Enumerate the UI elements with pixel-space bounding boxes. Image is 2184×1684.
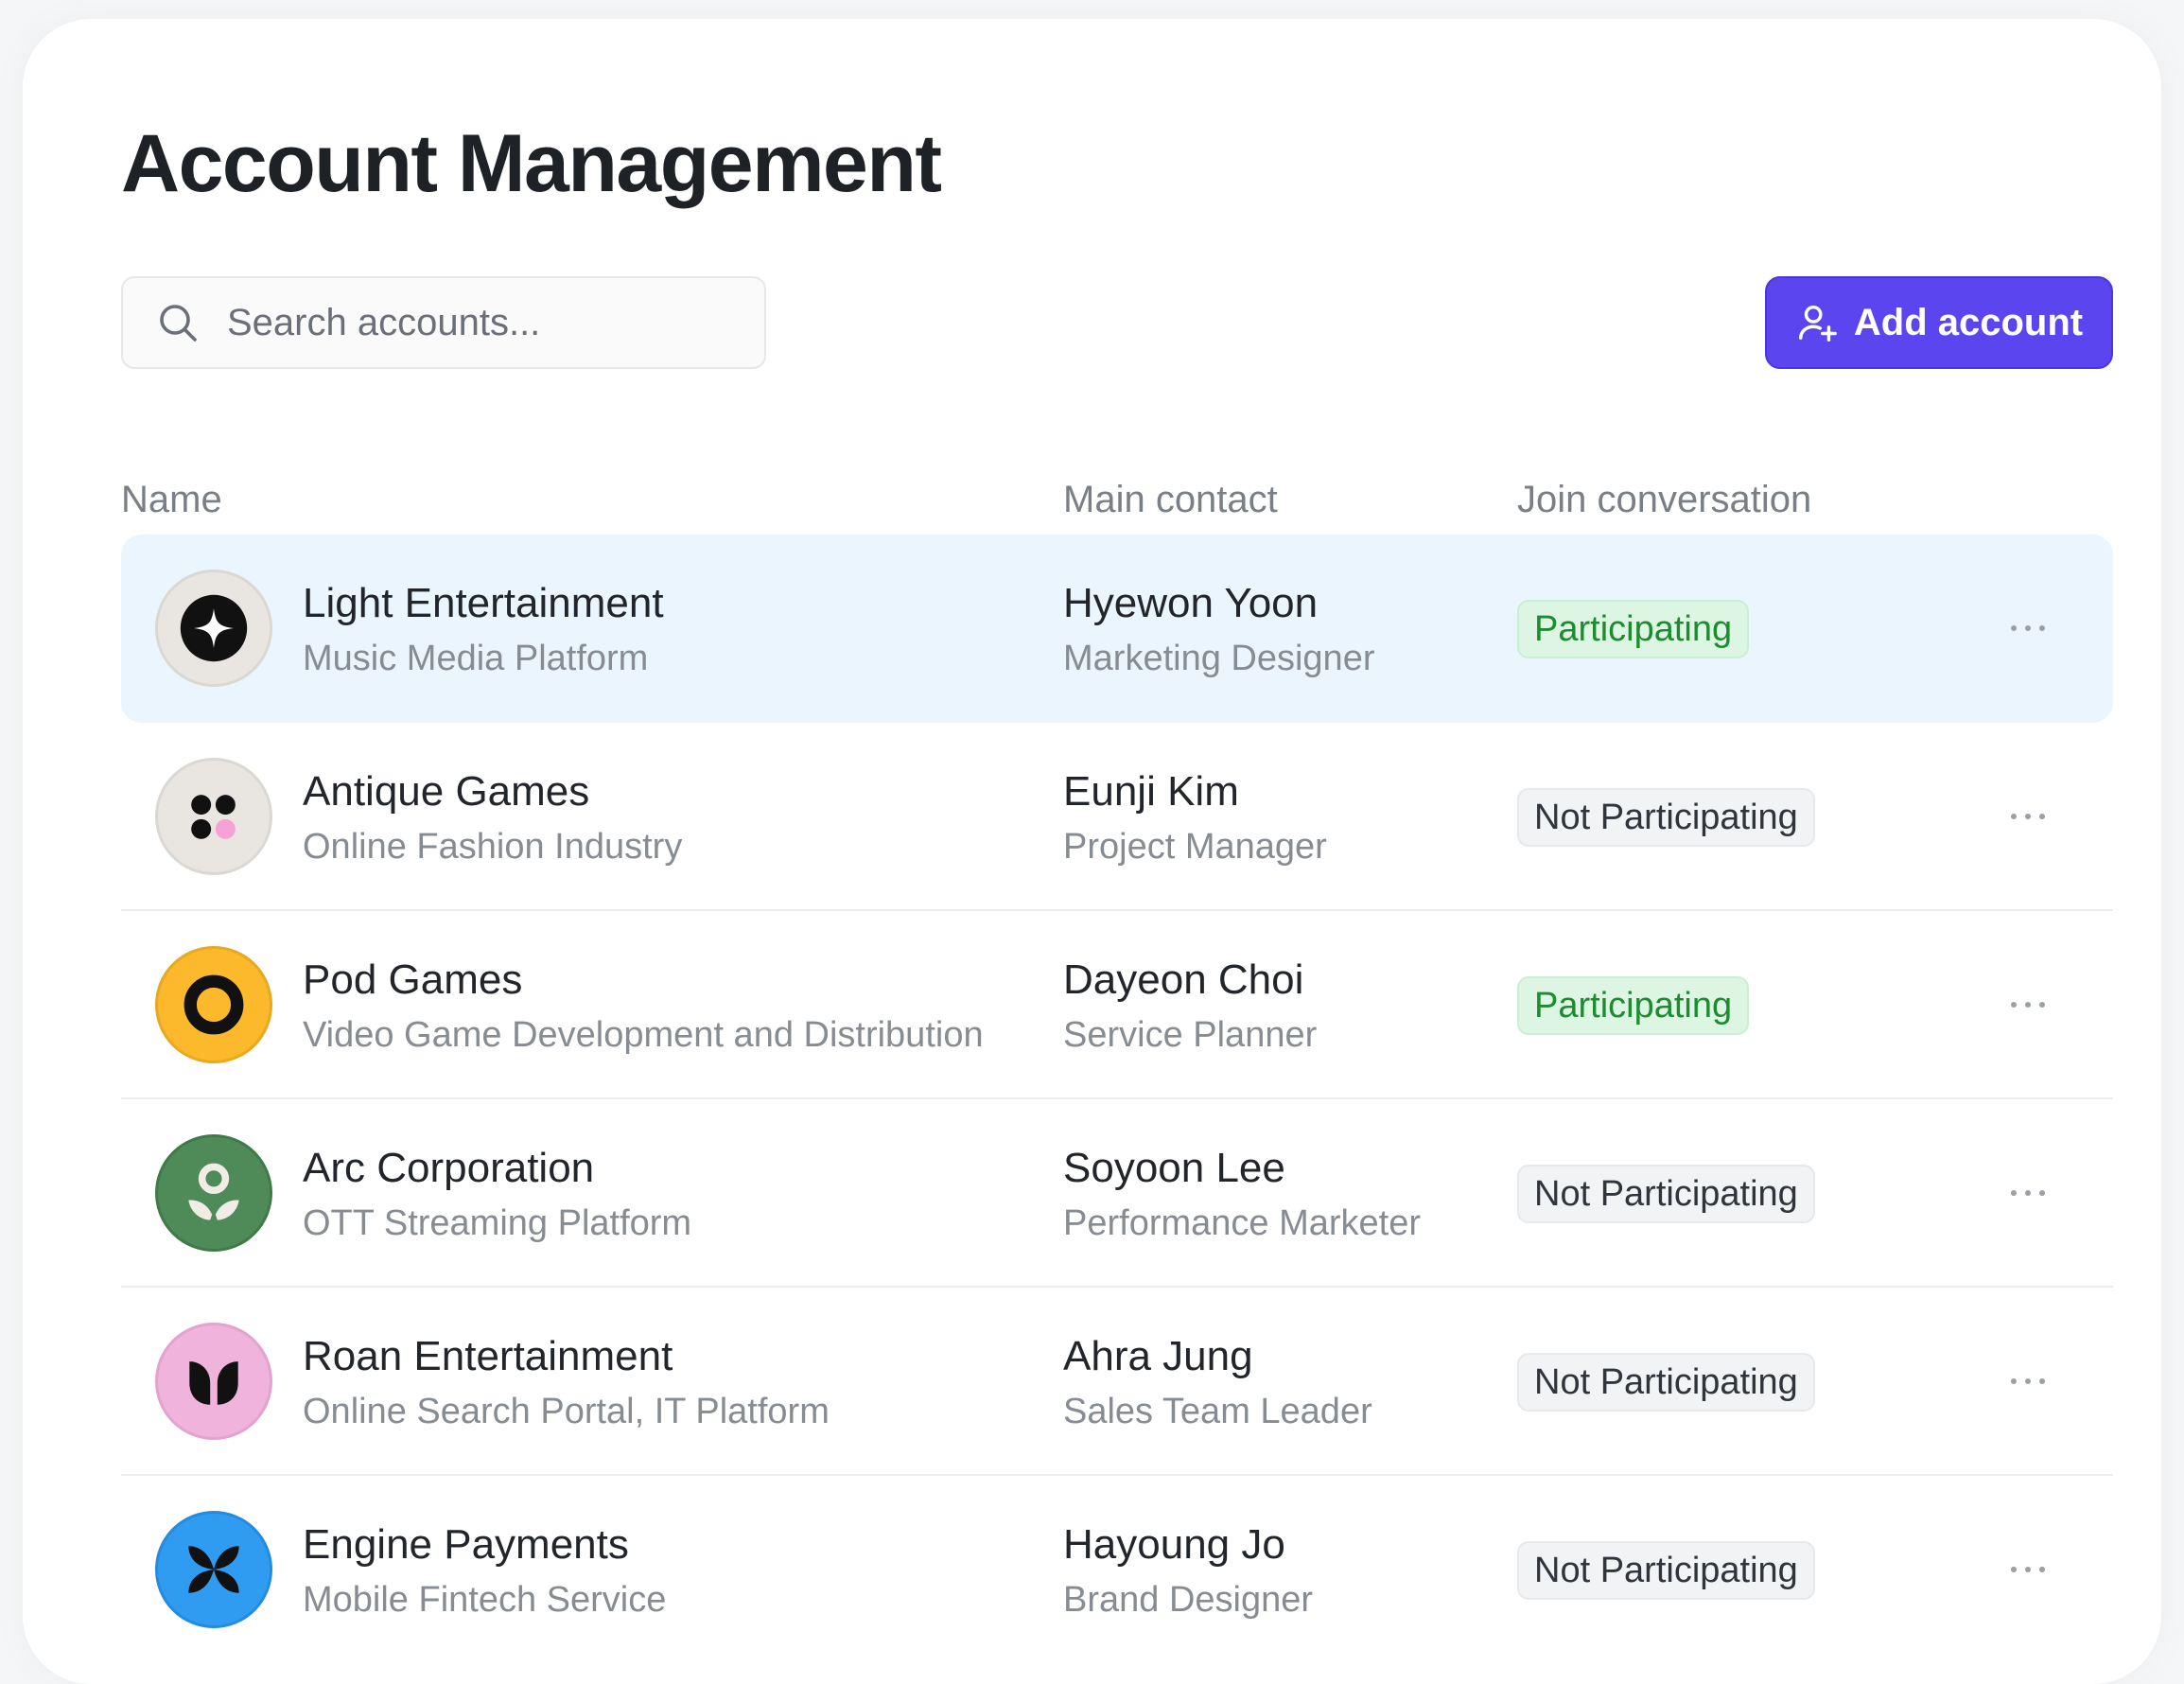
header-contact: Main contact — [1063, 479, 1278, 520]
contact-role: Service Planner — [1063, 1015, 1318, 1055]
contact-role: Brand Designer — [1063, 1580, 1314, 1620]
butterfly-logo-icon — [155, 1511, 272, 1628]
account-card: Account Management Add account — [23, 19, 2161, 1684]
account-name: Antique Games — [303, 768, 590, 815]
more-options-button[interactable] — [2000, 1171, 2056, 1215]
status-badge: Not Participating — [1517, 1165, 1815, 1223]
contact-role: Marketing Designer — [1063, 639, 1375, 678]
search-input[interactable] — [227, 301, 757, 344]
contact-name: Dayeon Choi — [1063, 956, 1304, 1003]
more-dots-icon — [2011, 1190, 2045, 1196]
contact-name: Ahra Jung — [1063, 1333, 1253, 1379]
account-name: Pod Games — [303, 956, 523, 1003]
search-box[interactable] — [121, 276, 766, 369]
account-name: Arc Corporation — [303, 1145, 595, 1191]
more-options-button[interactable] — [2000, 1359, 2056, 1403]
header-join: Join conversation — [1517, 479, 1812, 520]
account-industry: Online Fashion Industry — [303, 827, 683, 867]
contact-name: Soyoon Lee — [1063, 1145, 1285, 1191]
table-row[interactable]: Engine Payments Mobile Fintech Service H… — [121, 1476, 2113, 1664]
more-options-button[interactable] — [2000, 1548, 2056, 1591]
status-badge: Participating — [1517, 600, 1750, 658]
star-logo-icon — [155, 570, 272, 687]
status-badge: Not Participating — [1517, 1353, 1815, 1412]
more-dots-icon — [2011, 1567, 2045, 1572]
status-badge: Not Participating — [1517, 1541, 1815, 1600]
account-name: Light Entertainment — [303, 580, 664, 626]
add-account-label: Add account — [1853, 301, 2084, 343]
add-account-button[interactable]: Add account — [1765, 276, 2113, 369]
table-row[interactable]: Arc Corporation OTT Streaming Platform S… — [121, 1099, 2113, 1288]
account-industry: OTT Streaming Platform — [303, 1203, 692, 1243]
account-industry: Music Media Platform — [303, 639, 649, 678]
table-row[interactable]: Antique Games Online Fashion Industry Eu… — [121, 723, 2113, 911]
contact-name: Hyewon Yoon — [1063, 580, 1319, 626]
more-options-button[interactable] — [2000, 606, 2056, 650]
account-list: Light Entertainment Music Media Platform… — [121, 535, 2113, 1664]
status-badge: Participating — [1517, 976, 1750, 1035]
more-options-button[interactable] — [2000, 983, 2056, 1026]
contact-role: Sales Team Leader — [1063, 1392, 1372, 1431]
table-header: Name Main contact Join conversation — [121, 479, 2113, 526]
account-name: Engine Payments — [303, 1521, 629, 1568]
header-name: Name — [121, 479, 222, 520]
contact-role: Performance Marketer — [1063, 1203, 1422, 1243]
account-name: Roan Entertainment — [303, 1333, 673, 1379]
add-user-icon — [1795, 301, 1839, 344]
status-badge: Not Participating — [1517, 788, 1815, 847]
search-icon — [155, 300, 201, 345]
tulip-logo-icon — [155, 1323, 272, 1440]
table-row[interactable]: Light Entertainment Music Media Platform… — [121, 535, 2113, 723]
more-options-button[interactable] — [2000, 795, 2056, 838]
contact-name: Eunji Kim — [1063, 768, 1239, 815]
account-industry: Video Game Development and Distribution — [303, 1015, 984, 1055]
more-dots-icon — [2011, 625, 2045, 631]
page-title: Account Management — [121, 118, 942, 209]
four-dots-logo-icon — [155, 758, 272, 875]
table-row[interactable]: Pod Games Video Game Development and Dis… — [121, 911, 2113, 1099]
sprout-logo-icon — [155, 1134, 272, 1252]
account-industry: Online Search Portal, IT Platform — [303, 1392, 830, 1431]
more-dots-icon — [2011, 1002, 2045, 1008]
contact-name: Hayoung Jo — [1063, 1521, 1285, 1568]
contact-role: Project Manager — [1063, 827, 1327, 867]
account-industry: Mobile Fintech Service — [303, 1580, 667, 1620]
table-row[interactable]: Roan Entertainment Online Search Portal,… — [121, 1288, 2113, 1476]
ring-logo-icon — [155, 946, 272, 1063]
more-dots-icon — [2011, 1378, 2045, 1384]
more-dots-icon — [2011, 814, 2045, 819]
